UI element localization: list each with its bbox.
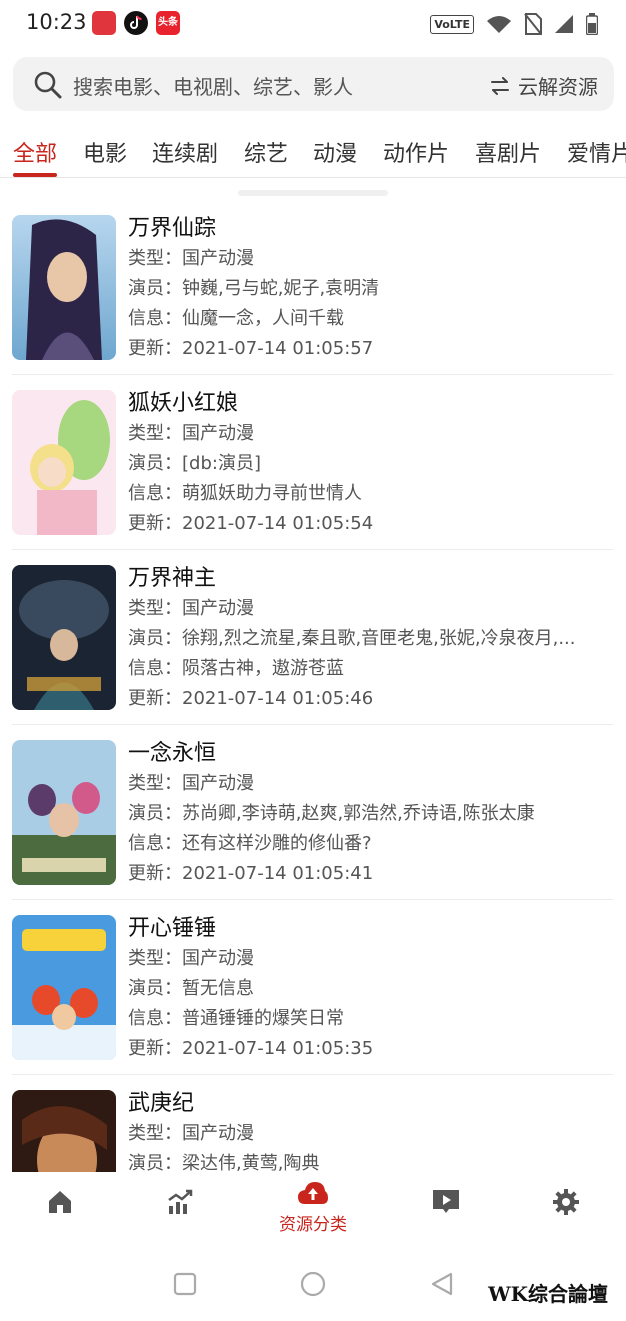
- tab-romance[interactable]: 爱情片: [567, 136, 626, 168]
- tab-series[interactable]: 连续剧: [152, 136, 218, 168]
- cloud-upload-icon: [298, 1182, 328, 1204]
- nav-resource-category-label: 资源分类: [279, 1215, 347, 1235]
- home-icon: [49, 1191, 71, 1213]
- item-cast: 演员：[db:演员]: [128, 453, 261, 474]
- video-list: 万界仙踪 类型：国产动漫 演员：钟巍,弓与蛇,妮子,袁明清 信息：仙魔一念，人间…: [0, 200, 626, 1172]
- swap-icon: [491, 76, 509, 95]
- poster-image: [12, 1090, 116, 1172]
- item-title: 武庚纪: [128, 1091, 195, 1116]
- item-updated: 更新：2021-07-14 01:05:35: [128, 1038, 374, 1059]
- category-tabs: 全部 电影 连续剧 综艺 动漫 动作片 喜剧片 爱情片: [0, 120, 626, 178]
- video-play-icon: [433, 1190, 459, 1213]
- item-type: 类型：国产动漫: [128, 423, 254, 444]
- tab-anime[interactable]: 动漫: [313, 136, 357, 168]
- news-app-icon: 头条: [156, 11, 180, 35]
- tab-comedy[interactable]: 喜剧片: [475, 136, 541, 168]
- cloud-resource-button[interactable]: 云解资源: [490, 71, 598, 100]
- poster-image: [12, 390, 116, 535]
- item-type: 类型：国产动漫: [128, 598, 254, 619]
- item-title: 万界仙踪: [128, 216, 217, 241]
- item-title: 一念永恒: [128, 741, 217, 766]
- item-info: 信息：普通锤锤的爆笑日常: [128, 1008, 344, 1029]
- tab-variety[interactable]: 综艺: [244, 136, 288, 168]
- recent-apps-button[interactable]: [173, 1272, 197, 1296]
- poster-image: [12, 565, 116, 710]
- search-bar[interactable]: 搜索电影、电视剧、综艺、影人 云解资源: [13, 57, 614, 111]
- volte-indicator: VoLTE: [430, 14, 474, 34]
- signal-icon: [555, 15, 573, 33]
- item-info: 信息：还有这样沙雕的修仙番?: [128, 833, 372, 854]
- item-cast: 演员：梁达伟,黄莺,陶典: [128, 1153, 320, 1172]
- item-type: 类型：国产动漫: [128, 1123, 254, 1144]
- trend-icon: [168, 1189, 193, 1214]
- tab-all[interactable]: 全部: [13, 136, 57, 168]
- item-title: 开心锤锤: [128, 916, 217, 941]
- item-title: 狐妖小红娘: [128, 391, 239, 416]
- list-item[interactable]: 武庚纪 类型：国产动漫 演员：梁达伟,黄莺,陶典: [12, 1075, 613, 1172]
- item-info: 信息：萌狐妖助力寻前世情人: [128, 483, 362, 504]
- search-input[interactable]: 搜索电影、电视剧、综艺、影人: [73, 71, 353, 100]
- poster-image: [12, 215, 116, 360]
- item-type: 类型：国产动漫: [128, 948, 254, 969]
- gear-icon: [553, 1189, 579, 1215]
- poster-image: [12, 740, 116, 885]
- item-updated: 更新：2021-07-14 01:05:46: [128, 688, 374, 709]
- item-cast: 演员：徐翔,烈之流星,秦且歌,音匣老鬼,张妮,冷泉夜月,...: [128, 628, 576, 649]
- item-type: 类型：国产动漫: [128, 773, 254, 794]
- back-button[interactable]: [430, 1272, 454, 1296]
- list-item[interactable]: 开心锤锤 类型：国产动漫 演员：暂无信息 信息：普通锤锤的爆笑日常 更新：202…: [12, 900, 613, 1075]
- wifi-icon: [487, 16, 511, 33]
- active-tab-indicator: [13, 173, 57, 177]
- item-title: 万界神主: [128, 566, 217, 591]
- app-notification-icon: [92, 11, 116, 35]
- tiktok-icon: [124, 11, 148, 35]
- item-cast: 演员：暂无信息: [128, 978, 254, 999]
- tab-action[interactable]: 动作片: [383, 136, 449, 168]
- nav-video[interactable]: [391, 1180, 501, 1244]
- system-nav-bar: WK综合論壇: [0, 1250, 626, 1321]
- list-item[interactable]: 一念永恒 类型：国产动漫 演员：苏尚卿,李诗萌,赵爽,郭浩然,乔诗语,陈张太康 …: [12, 725, 613, 900]
- watermark-text: WK综合論壇: [488, 1282, 608, 1306]
- item-cast: 演员：钟巍,弓与蛇,妮子,袁明清: [128, 278, 380, 299]
- nav-trending[interactable]: [125, 1180, 235, 1244]
- item-info: 信息：陨落古神，遨游苍蓝: [128, 658, 344, 679]
- item-updated: 更新：2021-07-14 01:05:57: [128, 338, 374, 359]
- tab-movies[interactable]: 电影: [83, 136, 127, 168]
- status-time: 10:23: [26, 10, 87, 34]
- home-button[interactable]: [300, 1272, 326, 1298]
- no-sim-icon: [524, 13, 542, 35]
- cloud-resource-label: 云解资源: [518, 75, 598, 99]
- status-bar: 10:23 头条 VoLTE: [0, 0, 626, 48]
- battery-icon: [586, 13, 598, 35]
- item-updated: 更新：2021-07-14 01:05:41: [128, 863, 374, 884]
- bottom-nav: 资源分类: [0, 1172, 626, 1250]
- poster-image: [12, 915, 116, 1060]
- nav-settings[interactable]: [511, 1180, 621, 1244]
- item-type: 类型：国产动漫: [128, 248, 254, 269]
- item-info: 信息：仙魔一念，人间千载: [128, 308, 344, 329]
- item-updated: 更新：2021-07-14 01:05:54: [128, 513, 374, 534]
- pull-refresh-handle: [238, 190, 388, 196]
- nav-resource-category[interactable]: 资源分类: [258, 1180, 368, 1244]
- list-item[interactable]: 万界仙踪 类型：国产动漫 演员：钟巍,弓与蛇,妮子,袁明清 信息：仙魔一念，人间…: [12, 200, 613, 375]
- search-icon: [34, 71, 62, 99]
- nav-home[interactable]: [5, 1180, 115, 1244]
- item-cast: 演员：苏尚卿,李诗萌,赵爽,郭浩然,乔诗语,陈张太康: [128, 803, 535, 824]
- list-item[interactable]: 万界神主 类型：国产动漫 演员：徐翔,烈之流星,秦且歌,音匣老鬼,张妮,冷泉夜月…: [12, 550, 613, 725]
- list-item[interactable]: 狐妖小红娘 类型：国产动漫 演员：[db:演员] 信息：萌狐妖助力寻前世情人 更…: [12, 375, 613, 550]
